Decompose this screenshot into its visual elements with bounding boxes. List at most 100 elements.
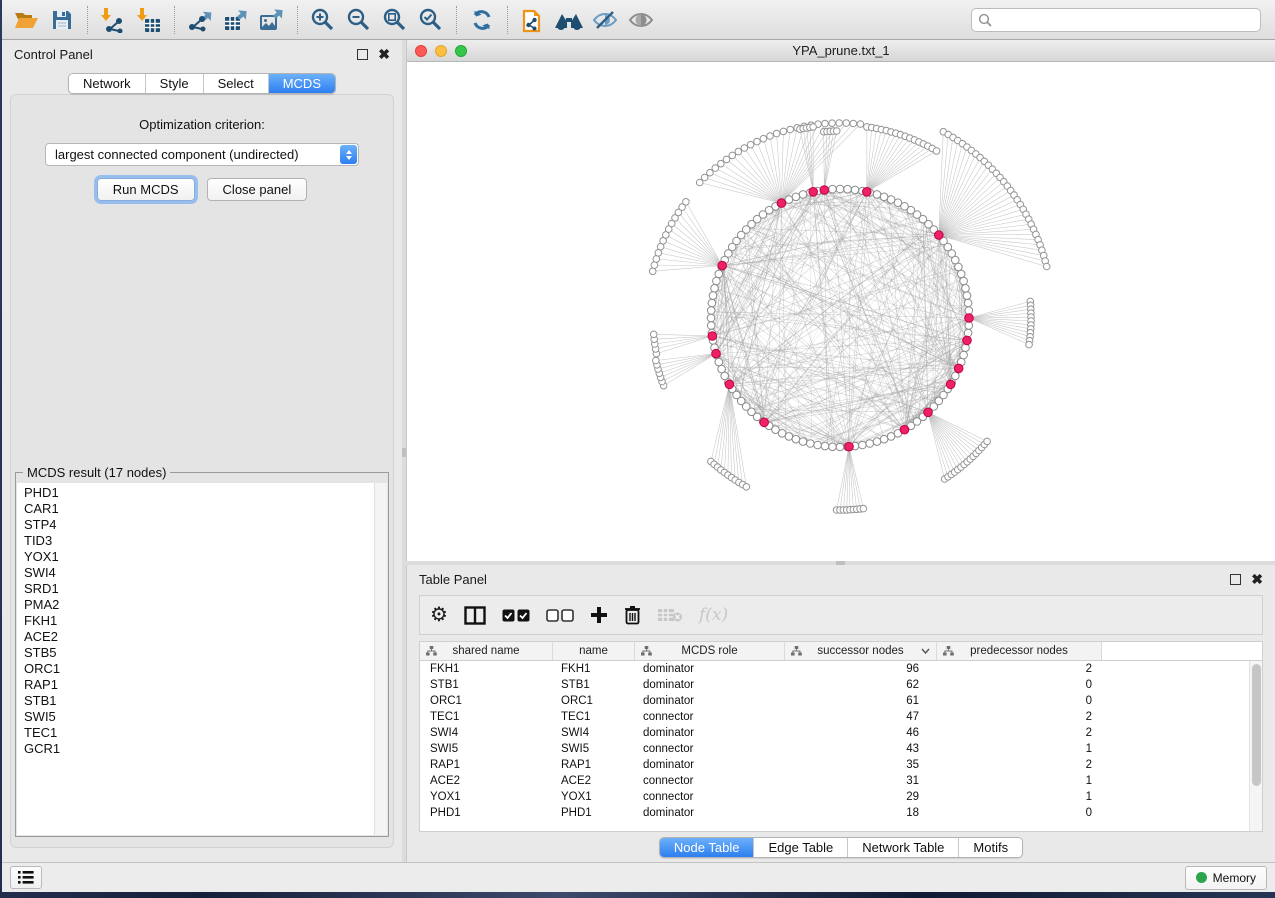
run-mcds-button[interactable]: Run MCDS xyxy=(97,178,195,201)
cell-name: FKH1 xyxy=(553,663,635,675)
mcds-result-item[interactable]: PMA2 xyxy=(24,597,387,613)
column-header-shared-name[interactable]: shared name xyxy=(420,642,553,660)
table-scrollbar[interactable] xyxy=(1249,661,1262,831)
cell-successor_nodes: 29 xyxy=(785,791,937,803)
share-session-icon[interactable] xyxy=(515,4,551,36)
result-list-scrollbar[interactable] xyxy=(374,483,387,835)
table-row[interactable]: ORC1ORC1dominator610 xyxy=(420,693,1262,709)
cell-shared_name: ORC1 xyxy=(420,695,553,707)
select-all-columns-icon[interactable] xyxy=(502,609,530,622)
tab-network[interactable]: Network xyxy=(69,74,146,93)
search-binoculars-icon[interactable] xyxy=(551,4,587,36)
mcds-result-item[interactable]: RAP1 xyxy=(24,677,387,693)
mcds-result-item[interactable]: SWI5 xyxy=(24,709,387,725)
table-tab-node-table[interactable]: Node Table xyxy=(660,838,755,857)
mcds-result-item[interactable]: CAR1 xyxy=(24,501,387,517)
table-tab-network-table[interactable]: Network Table xyxy=(848,838,959,857)
hide-graphics-details-icon[interactable] xyxy=(587,4,623,36)
table-row[interactable]: PHD1PHD1dominator180 xyxy=(420,805,1262,821)
mcds-result-item[interactable]: TEC1 xyxy=(24,725,387,741)
float-panel-icon[interactable] xyxy=(357,49,368,60)
mcds-result-item[interactable]: ACE2 xyxy=(24,629,387,645)
mcds-result-item[interactable]: SRD1 xyxy=(24,581,387,597)
table-row[interactable]: ACE2ACE2connector311 xyxy=(420,773,1262,789)
import-table-icon[interactable] xyxy=(131,4,167,36)
mcds-result-item[interactable]: STB5 xyxy=(24,645,387,661)
control-panel-tabs: NetworkStyleSelectMCDS xyxy=(68,73,336,94)
column-header-successor-nodes[interactable]: successor nodes xyxy=(785,642,937,660)
scrollbar-thumb[interactable] xyxy=(1252,664,1261,786)
task-history-button[interactable] xyxy=(10,866,42,889)
mcds-result-item[interactable]: FKH1 xyxy=(24,613,387,629)
cell-mcds_role: dominator xyxy=(635,695,785,707)
mcds-result-item[interactable]: TID3 xyxy=(24,533,387,549)
table-panel-title: Table Panel xyxy=(419,572,487,587)
table-tab-edge-table[interactable]: Edge Table xyxy=(754,838,848,857)
column-header-MCDS-role[interactable]: MCDS role xyxy=(635,642,785,660)
refresh-view-icon[interactable] xyxy=(464,4,500,36)
toolbar-separator xyxy=(456,6,457,34)
tab-style[interactable]: Style xyxy=(146,74,204,93)
table-row[interactable]: SWI5SWI5connector431 xyxy=(420,741,1262,757)
zoom-out-icon[interactable] xyxy=(341,4,377,36)
cell-name: SWI5 xyxy=(553,743,635,755)
column-header-label: MCDS role xyxy=(681,645,737,657)
float-panel-icon[interactable] xyxy=(1230,574,1241,585)
tab-mcds[interactable]: MCDS xyxy=(269,74,335,93)
delete-column-icon[interactable] xyxy=(624,605,641,625)
close-panel-icon[interactable]: ✖ xyxy=(1251,574,1263,585)
export-table-icon[interactable] xyxy=(218,4,254,36)
deselect-all-columns-icon[interactable] xyxy=(546,609,574,622)
table-tab-motifs[interactable]: Motifs xyxy=(959,838,1022,857)
mcds-result-list: PHD1CAR1STP4TID3YOX1SWI4SRD1PMA2FKH1ACE2… xyxy=(17,483,387,835)
zoom-selected-icon[interactable] xyxy=(413,4,449,36)
show-graphics-details-icon[interactable] xyxy=(623,4,659,36)
cell-predecessor_nodes: 1 xyxy=(937,791,1102,803)
zoom-in-icon[interactable] xyxy=(305,4,341,36)
network-canvas[interactable] xyxy=(407,62,1275,561)
show-column-panel-icon[interactable] xyxy=(464,606,486,625)
table-row[interactable]: YOX1YOX1connector291 xyxy=(420,789,1262,805)
cell-mcds_role: dominator xyxy=(635,663,785,675)
app-window: Control Panel ✖ NetworkStyleSelectMCDS O… xyxy=(2,0,1275,892)
open-file-icon[interactable] xyxy=(8,4,44,36)
mcds-result-item[interactable]: YOX1 xyxy=(24,549,387,565)
search-input[interactable] xyxy=(971,8,1261,32)
column-header-name[interactable]: name xyxy=(553,642,635,660)
network-window-titlebar[interactable]: YPA_prune.txt_1 xyxy=(407,40,1275,62)
tab-select[interactable]: Select xyxy=(204,74,269,93)
criterion-dropdown[interactable]: largest connected component (undirected) xyxy=(45,143,359,166)
cell-predecessor_nodes: 2 xyxy=(937,711,1102,723)
column-header-predecessor-nodes[interactable]: predecessor nodes xyxy=(937,642,1102,660)
table-row[interactable]: TEC1TEC1connector472 xyxy=(420,709,1262,725)
add-column-icon[interactable] xyxy=(590,606,608,624)
save-session-icon[interactable] xyxy=(44,4,80,36)
cell-predecessor_nodes: 2 xyxy=(937,663,1102,675)
close-panel-button[interactable]: Close panel xyxy=(207,178,308,201)
table-row[interactable]: RAP1RAP1dominator352 xyxy=(420,757,1262,773)
column-header-label: predecessor nodes xyxy=(970,645,1068,657)
attribute-tree-icon xyxy=(943,646,954,656)
mcds-result-item[interactable]: GCR1 xyxy=(24,741,387,757)
cell-successor_nodes: 18 xyxy=(785,807,937,819)
import-network-icon[interactable] xyxy=(95,4,131,36)
mcds-result-item[interactable]: ORC1 xyxy=(24,661,387,677)
mcds-result-item[interactable]: PHD1 xyxy=(24,485,387,501)
zoom-fit-icon[interactable] xyxy=(377,4,413,36)
export-image-icon[interactable] xyxy=(254,4,290,36)
mcds-result-item[interactable]: STP4 xyxy=(24,517,387,533)
splitter-handle[interactable] xyxy=(402,448,406,457)
close-panel-icon[interactable]: ✖ xyxy=(378,49,390,60)
cell-name: TEC1 xyxy=(553,711,635,723)
mcds-result-item[interactable]: STB1 xyxy=(24,693,387,709)
mcds-result-item[interactable]: SWI4 xyxy=(24,565,387,581)
export-network-icon[interactable] xyxy=(182,4,218,36)
cell-shared_name: FKH1 xyxy=(420,663,553,675)
column-header-label: name xyxy=(579,645,608,657)
table-row[interactable]: SWI4SWI4dominator462 xyxy=(420,725,1262,741)
settings-gear-icon[interactable]: ⚙ xyxy=(430,605,448,625)
cell-successor_nodes: 35 xyxy=(785,759,937,771)
table-row[interactable]: STB1STB1dominator620 xyxy=(420,677,1262,693)
memory-button[interactable]: Memory xyxy=(1185,866,1267,890)
table-row[interactable]: FKH1FKH1dominator962 xyxy=(420,661,1262,677)
